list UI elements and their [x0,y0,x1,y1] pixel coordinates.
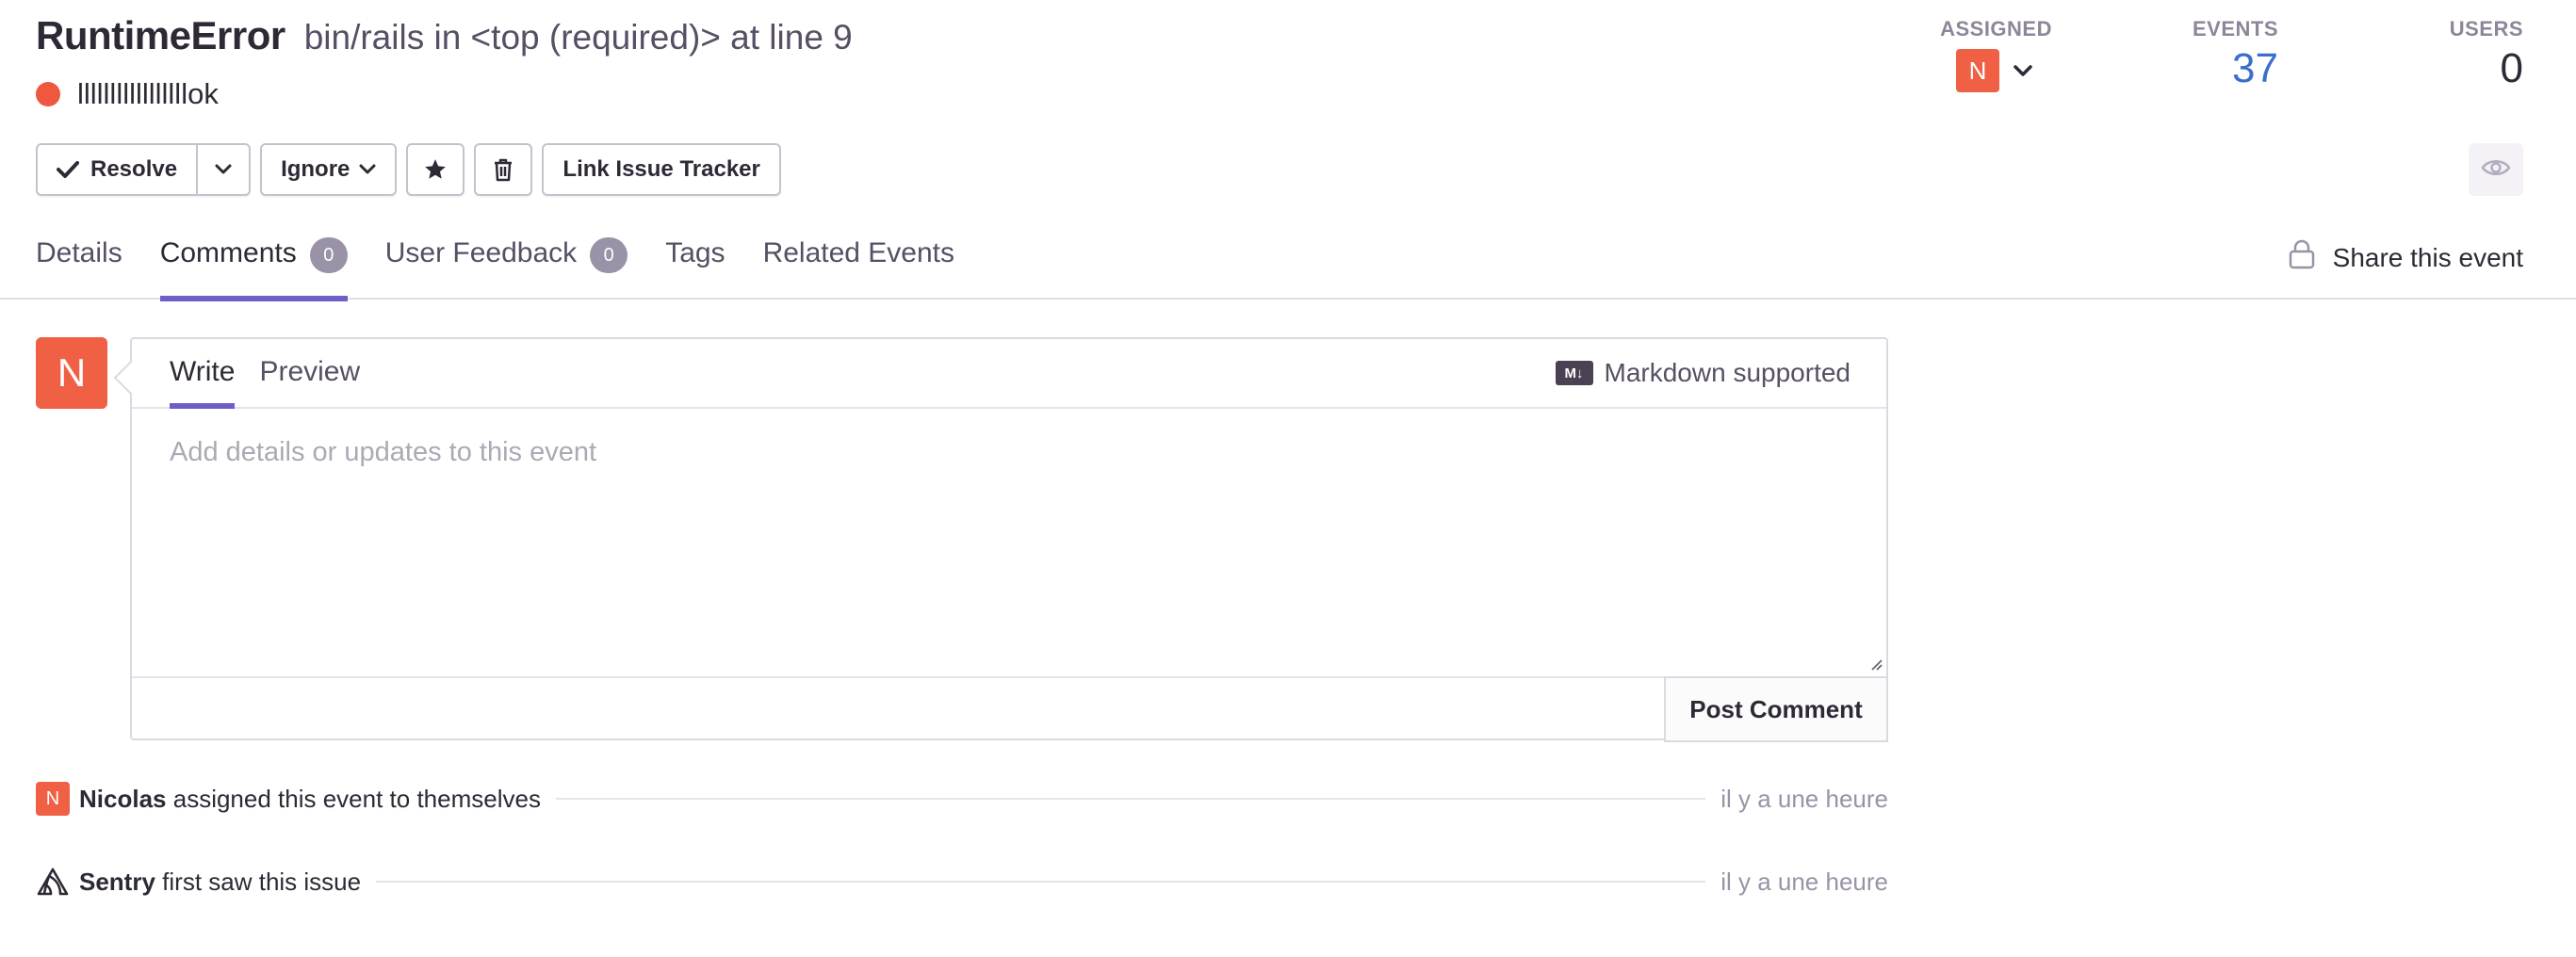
activity-actor: Nicolas [79,784,167,813]
issue-header: RuntimeError bin/rails in <top (required… [0,0,2576,301]
error-culprit: bin/rails in <top (required)> at line 9 [303,18,853,57]
count-badge: 0 [590,237,628,273]
tab-label: Tags [665,237,726,268]
tab-tags[interactable]: Tags [665,235,725,300]
error-message: lllllllllllllllllok [77,77,219,110]
user-avatar: N [36,337,107,409]
activity-divider [555,798,1706,800]
activity-time: il y a une heure [1720,784,1888,813]
bookmark-button[interactable] [406,143,465,196]
ignore-button[interactable]: Ignore [260,143,398,196]
issue-subtitle: lllllllllllllllllok [36,77,219,111]
tab-comments[interactable]: Comments 0 [159,235,348,301]
activity-action: first saw this issue [162,867,362,896]
checkmark-icon [57,160,79,179]
ignore-label: Ignore [281,156,351,182]
issue-tabs: Details Comments 0 User Feedback 0 Tags … [36,235,992,301]
events-count[interactable]: 37 [2232,45,2278,92]
activity-item: N Nicolas assigned this event to themsel… [36,780,1888,818]
activity-avatar: N [36,782,70,816]
assigned-label: ASSIGNED [1940,17,2052,41]
tab-user-feedback[interactable]: User Feedback 0 [385,235,628,300]
activity-action: assigned this event to themselves [172,784,541,813]
tab-related-events[interactable]: Related Events [763,235,954,300]
chevron-down-icon [215,164,232,175]
activity-text: Sentry first saw this issue [79,868,361,897]
activity-actor: Sentry [79,867,155,896]
resize-handle-icon[interactable] [1867,656,1883,671]
tab-label: Details [36,237,122,268]
lock-icon [2288,239,2333,276]
post-comment-button[interactable]: Post Comment [1664,676,1888,742]
users-stat: USERS 0 [2278,17,2523,92]
share-event-link[interactable]: Share this event [2288,239,2523,276]
issue-stats: ASSIGNED N EVENTS 37 USERS 0 [1788,17,2523,92]
count-badge: 0 [309,237,348,273]
tab-label: Related Events [762,237,955,268]
activity-divider [376,881,1706,883]
activity-item: Sentry first saw this issue il y a une h… [36,863,1888,900]
events-stat: EVENTS 37 [2052,17,2278,92]
assignee-selector[interactable]: N [1956,49,2033,92]
tab-label: User Feedback [384,237,578,268]
tab-details[interactable]: Details [36,235,122,300]
error-type: RuntimeError [36,13,285,57]
resolve-button[interactable]: Resolve [36,143,199,196]
assignee-avatar: N [1956,49,1999,92]
subscribe-button[interactable] [2469,143,2523,196]
comment-form: Write Preview M↓ Markdown supported Post… [130,337,1888,742]
chevron-down-icon [359,164,376,175]
delete-button[interactable] [474,143,533,196]
resolve-options-button[interactable] [198,143,252,196]
events-label: EVENTS [2192,17,2278,41]
comment-editor-tabs: Write Preview M↓ Markdown supported [132,339,1886,409]
markdown-note: M↓ Markdown supported [1555,358,1850,388]
users-count: 0 [2500,45,2523,91]
comment-input[interactable] [132,409,1886,676]
activity-time: il y a une heure [1720,867,1888,896]
users-label: USERS [2449,17,2523,41]
tab-preview[interactable]: Preview [259,339,360,407]
eye-icon [2481,157,2511,183]
tab-write[interactable]: Write [170,339,236,409]
issue-title: RuntimeError bin/rails in <top (required… [36,13,853,58]
activity-text: Nicolas assigned this event to themselve… [79,785,541,814]
user-avatar: N [36,782,70,816]
markdown-label: Markdown supported [1604,358,1850,387]
sentry-logo-icon [36,865,70,899]
error-level-indicator [36,82,60,106]
link-issue-tracker-button[interactable]: Link Issue Tracker [542,143,781,196]
issue-actions: Resolve Ignore Link Issue Tracker [36,143,791,196]
resolve-group: Resolve [36,143,252,196]
trash-icon [492,157,514,182]
star-icon [423,157,448,182]
assigned-stat: ASSIGNED N [1788,17,2052,92]
tab-label: Comments [159,237,297,268]
share-label: Share this event [2332,242,2523,272]
markdown-icon: M↓ [1555,361,1593,385]
comment-footer: Post Comment [132,676,1888,742]
chevron-down-icon [2013,60,2033,81]
resolve-label: Resolve [90,156,178,182]
